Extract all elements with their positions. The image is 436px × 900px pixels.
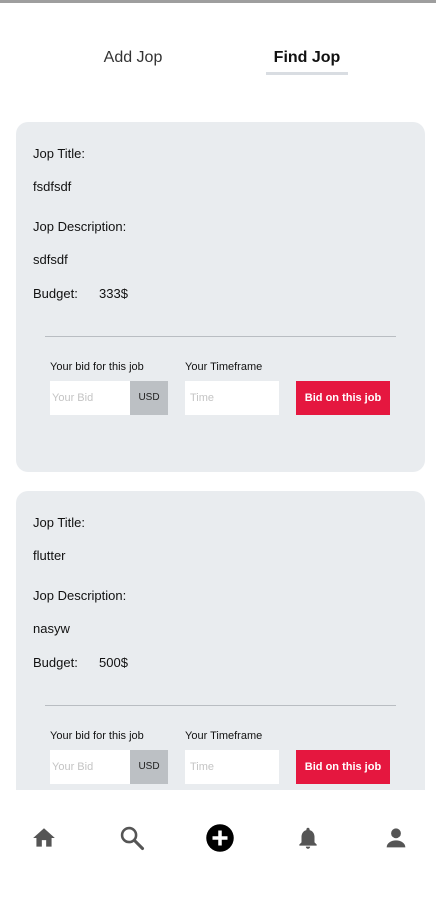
job-budget-label: Budget: — [33, 286, 78, 301]
timeframe-label: Your Timeframe — [185, 361, 263, 373]
bottom-navigation — [0, 792, 436, 900]
timeframe-input[interactable] — [185, 381, 279, 415]
job-description-value: nasyw — [33, 621, 70, 636]
nav-add-button[interactable] — [204, 822, 236, 854]
nav-search-button[interactable] — [116, 822, 148, 854]
nav-notifications-button[interactable] — [292, 822, 324, 854]
currency-badge: USD — [130, 381, 168, 415]
job-card: Jop Title: flutter Jop Description: nasy… — [16, 491, 425, 790]
bid-label: Your bid for this job — [50, 361, 144, 373]
job-title-label: Jop Title: — [33, 146, 86, 161]
divider — [45, 336, 396, 337]
job-title-value: fsdfsdf — [33, 179, 72, 194]
add-circle-icon — [206, 824, 234, 852]
job-title-value: flutter — [33, 548, 66, 563]
job-description-value: sdfsdf — [33, 252, 68, 267]
job-budget-value: 333$ — [99, 286, 128, 301]
job-title-label: Jop Title: — [33, 515, 86, 530]
job-description-label: Jop Description: — [33, 219, 127, 234]
bid-label: Your bid for this job — [50, 730, 144, 742]
person-icon — [386, 828, 406, 848]
home-icon — [33, 828, 55, 847]
job-budget-label: Budget: — [33, 655, 78, 670]
bid-input[interactable] — [50, 381, 130, 415]
search-icon — [120, 826, 145, 851]
job-feed[interactable]: Jop Title: fsdfsdf Jop Description: sdfs… — [0, 0, 436, 790]
nav-home-button[interactable] — [28, 822, 60, 854]
bid-input[interactable] — [50, 750, 130, 784]
job-description-label: Jop Description: — [33, 588, 127, 603]
job-budget-value: 500$ — [99, 655, 128, 670]
currency-badge: USD — [130, 750, 168, 784]
job-card: Jop Title: fsdfsdf Jop Description: sdfs… — [16, 122, 425, 472]
bell-icon — [299, 827, 317, 849]
divider — [45, 705, 396, 706]
bid-button[interactable]: Bid on this job — [296, 381, 390, 415]
timeframe-label: Your Timeframe — [185, 730, 263, 742]
nav-profile-button[interactable] — [380, 822, 412, 854]
bid-button[interactable]: Bid on this job — [296, 750, 390, 784]
timeframe-input[interactable] — [185, 750, 279, 784]
